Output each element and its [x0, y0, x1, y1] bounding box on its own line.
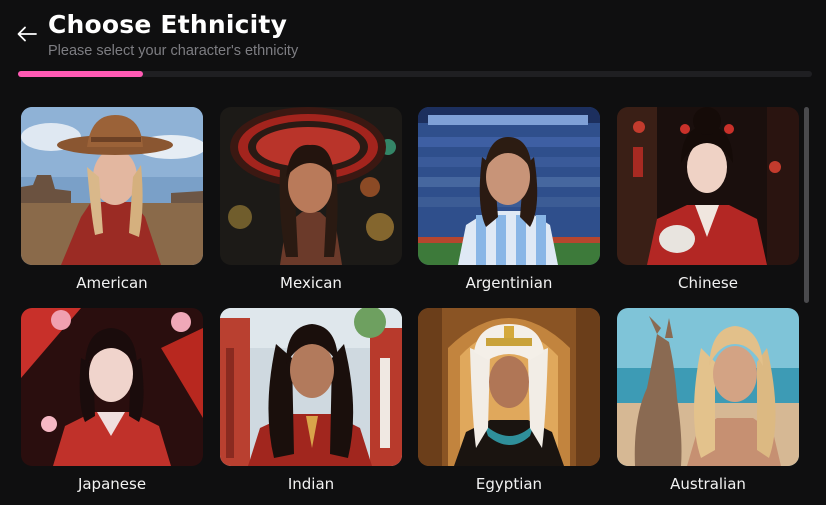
page-title: Choose Ethnicity [48, 10, 288, 39]
indian-portrait-image [220, 308, 402, 466]
chinese-portrait-image [617, 107, 799, 265]
argentinian-portrait-image [418, 107, 600, 265]
option-label: Indian [287, 475, 335, 493]
option-label: Egyptian [475, 475, 543, 493]
header: Choose Ethnicity Please select your char… [0, 0, 826, 90]
progress-fill [18, 71, 143, 77]
option-card-egyptian[interactable]: Egyptian [418, 308, 600, 493]
option-card-australian[interactable]: Australian [617, 308, 799, 493]
option-card-mexican[interactable]: Mexican [220, 107, 402, 292]
option-card-argentinian[interactable]: Argentinian [418, 107, 600, 292]
page-subtitle: Please select your character's ethnicity [48, 43, 299, 59]
progress-bar [18, 71, 812, 77]
option-card-american[interactable]: American [21, 107, 203, 292]
option-label: Japanese [77, 475, 147, 493]
mexican-portrait-image [220, 107, 402, 265]
american-portrait-image [21, 107, 203, 265]
japanese-portrait-image [21, 308, 203, 466]
option-label: Chinese [678, 274, 738, 292]
egyptian-portrait-image [418, 308, 600, 466]
back-button[interactable] [14, 22, 40, 46]
option-label: Argentinian [465, 274, 553, 292]
option-card-japanese[interactable]: Japanese [21, 308, 203, 493]
arrow-left-icon [17, 26, 37, 42]
option-card-indian[interactable]: Indian [220, 308, 402, 493]
option-card-chinese[interactable]: Chinese [617, 107, 799, 292]
australian-portrait-image [617, 308, 799, 466]
option-label: American [76, 274, 148, 292]
scrollbar-thumb[interactable] [804, 107, 809, 303]
option-label: Australian [670, 475, 746, 493]
option-label: Mexican [280, 274, 342, 292]
